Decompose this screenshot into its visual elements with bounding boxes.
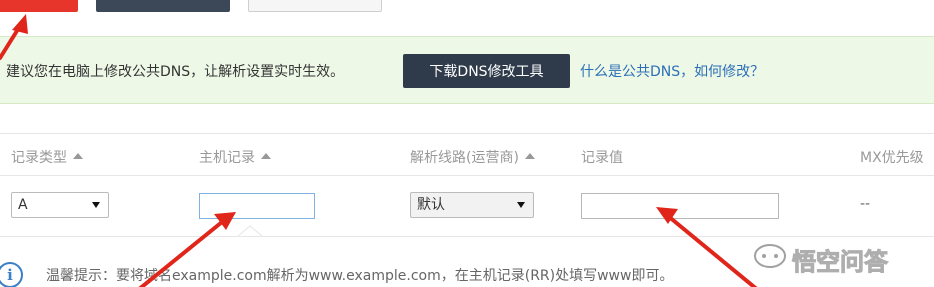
tip-text: 温馨提示：要将域名example.com解析为www.example.com，在… xyxy=(46,268,674,284)
header-host[interactable]: 主机记录 xyxy=(199,147,271,167)
header-divider xyxy=(0,175,934,176)
sort-asc-icon[interactable] xyxy=(261,153,271,159)
host-record-input[interactable] xyxy=(199,193,315,219)
mx-priority-value: -- xyxy=(860,196,871,212)
record-type-select[interactable]: A xyxy=(11,192,109,218)
line-select[interactable]: 默认 xyxy=(410,192,534,218)
toolbar-button-3[interactable] xyxy=(248,0,382,12)
watermark-text: 悟空问答 xyxy=(792,248,889,277)
row-divider xyxy=(0,236,934,237)
toolbar-button-2[interactable] xyxy=(96,0,230,12)
record-type-value: A xyxy=(18,197,28,213)
header-line[interactable]: 解析线路(运营商) xyxy=(410,147,535,167)
line-value: 默认 xyxy=(417,197,445,213)
wukong-logo-icon xyxy=(754,244,786,268)
caret-down-icon xyxy=(92,202,100,208)
header-value: 记录值 xyxy=(581,150,623,166)
notice-text: 建议您在电脑上修改公共DNS，让解析设置实时生效。 xyxy=(6,64,345,80)
header-record-type[interactable]: 记录类型 xyxy=(11,147,83,167)
header-mx-priority: MX优先级 xyxy=(860,150,924,166)
public-dns-notice: 建议您在电脑上修改公共DNS，让解析设置实时生效。 下载DNS修改工具 什么是公… xyxy=(0,36,934,104)
download-dns-tool-button[interactable]: 下载DNS修改工具 xyxy=(403,54,570,88)
sort-asc-icon[interactable] xyxy=(73,153,83,159)
add-record-button[interactable] xyxy=(0,0,78,12)
caret-down-icon xyxy=(517,202,525,208)
table-top-divider xyxy=(0,133,934,134)
record-value-input[interactable] xyxy=(581,193,779,219)
sort-asc-icon[interactable] xyxy=(524,153,535,159)
info-icon: i xyxy=(0,262,23,287)
public-dns-help-link[interactable]: 什么是公共DNS，如何修改？ xyxy=(580,61,764,81)
